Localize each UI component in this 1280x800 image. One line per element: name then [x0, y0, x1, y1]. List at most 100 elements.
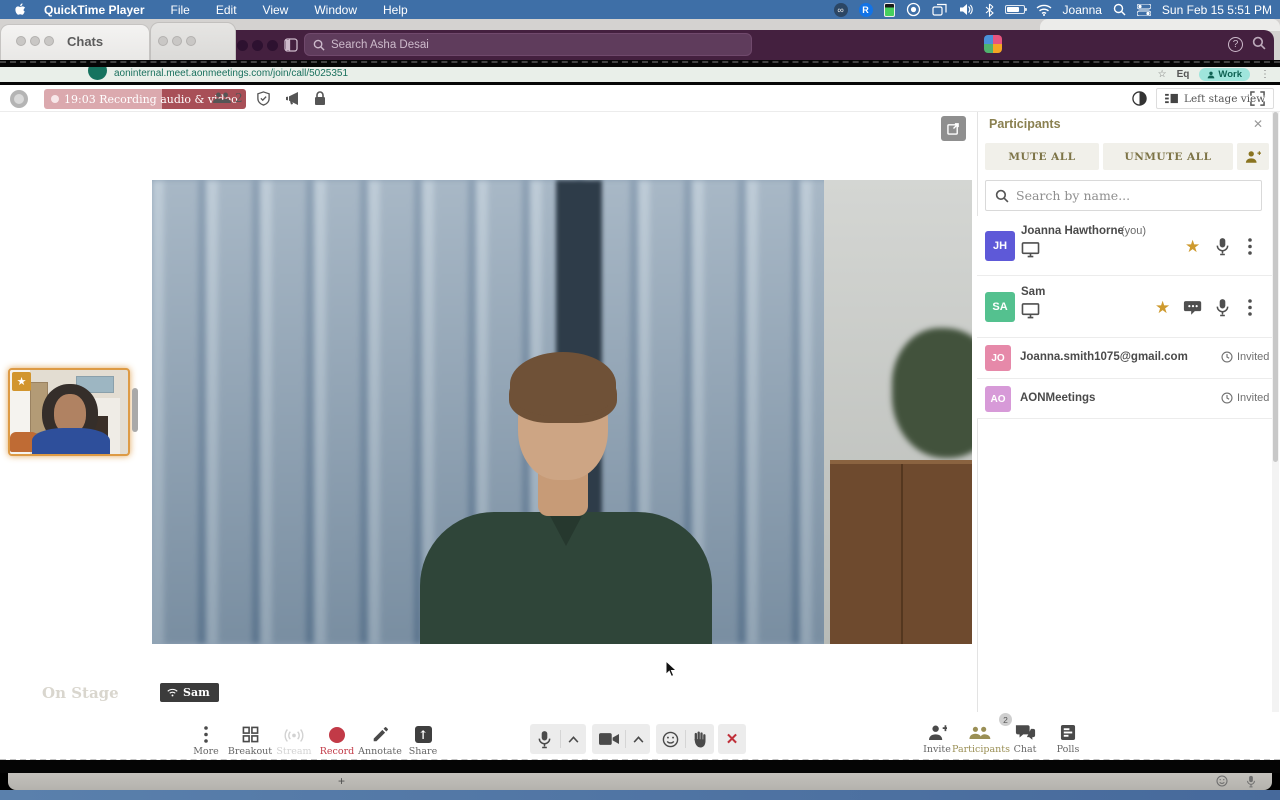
avatar-sa: SA: [985, 292, 1015, 322]
speaker-hair: [510, 352, 616, 416]
apple-menu-icon[interactable]: [14, 3, 26, 17]
menu-help[interactable]: Help: [383, 3, 408, 17]
menubar-username[interactable]: Joanna: [1063, 3, 1102, 17]
window2-close-button[interactable]: [158, 36, 168, 46]
site-favicon: [88, 67, 107, 80]
r-app-icon[interactable]: R: [859, 0, 873, 19]
chats-minimize-button[interactable]: [30, 36, 40, 46]
emoji-reaction-button[interactable]: [662, 731, 679, 748]
speaker-torso: [420, 512, 712, 644]
message-input-bar-sliver: +: [8, 773, 1272, 790]
creative-cloud-icon[interactable]: ∞: [834, 0, 848, 19]
active-speaker-label: Sam: [160, 683, 219, 702]
device-status-icon[interactable]: [884, 0, 895, 19]
chat-bubble-icon[interactable]: [1183, 299, 1203, 316]
participant-search-field[interactable]: [985, 180, 1262, 211]
chats-zoom-button[interactable]: [44, 36, 54, 46]
invite-person-add-icon: [928, 724, 947, 741]
menubar-app-name[interactable]: QuickTime Player: [44, 3, 145, 17]
add-participant-button[interactable]: [1237, 143, 1269, 170]
emoji-icon[interactable]: [1216, 775, 1228, 787]
slack-minimize-button[interactable]: [252, 40, 263, 51]
recording-label: 19:03 Recording audio & video: [64, 93, 238, 106]
unmute-all-button[interactable]: UNMUTE ALL: [1103, 143, 1233, 170]
chats-close-button[interactable]: [16, 36, 26, 46]
leave-call-button[interactable]: ✕: [718, 724, 746, 754]
reactions-group: [656, 724, 714, 754]
slack-search-input[interactable]: [331, 39, 691, 51]
bookmark-star-icon[interactable]: ☆: [1158, 69, 1167, 80]
camera-toggle-button[interactable]: [599, 732, 619, 746]
panel-close-icon[interactable]: ✕: [1253, 117, 1263, 131]
slack-help-icon[interactable]: ?: [1228, 37, 1243, 52]
menu-file[interactable]: File: [171, 3, 190, 17]
share-button[interactable]: ↑ Share: [395, 723, 451, 757]
screen-record-icon[interactable]: [906, 0, 921, 19]
invited-status: Invited: [1221, 392, 1269, 404]
more-kebab-icon: [204, 726, 208, 743]
menu-window[interactable]: Window: [314, 3, 357, 17]
shield-check-icon[interactable]: [256, 91, 271, 106]
invited-email: Joanna.smith1075@gmail.com: [1020, 351, 1188, 363]
participant-name: Joanna Hawthorne: [1021, 225, 1124, 237]
slack-sidebar-toggle-icon[interactable]: [284, 38, 298, 52]
search-icon: [995, 189, 1009, 203]
browser-profile-chip[interactable]: Work: [1199, 68, 1250, 81]
polls-button[interactable]: Polls: [1040, 721, 1096, 755]
participants-count-icon[interactable]: [213, 91, 231, 105]
megaphone-icon[interactable]: [284, 91, 300, 106]
person-add-icon: [1245, 150, 1261, 164]
participant-search-input[interactable]: [1016, 188, 1236, 203]
menu-view[interactable]: View: [263, 3, 289, 17]
row-overflow-icon[interactable]: [1248, 238, 1252, 255]
pencil-icon: [372, 726, 389, 743]
slack-search-glass-icon[interactable]: [1252, 36, 1266, 50]
slack-zoom-button[interactable]: [267, 40, 278, 51]
browser-overflow-icon[interactable]: ⋮: [1260, 69, 1270, 80]
volume-icon[interactable]: [959, 0, 974, 19]
dictation-mic-icon[interactable]: [1246, 775, 1256, 788]
row-overflow-icon[interactable]: [1248, 299, 1252, 316]
battery-icon: [1005, 0, 1025, 19]
mic-options-chevron[interactable]: [568, 736, 579, 743]
menu-edit[interactable]: Edit: [216, 3, 237, 17]
invited-status: Invited: [1221, 351, 1269, 363]
url-text[interactable]: aoninternal.meet.aonmeetings.com/join/ca…: [114, 68, 348, 79]
participants-people-icon: [969, 725, 991, 741]
fullscreen-icon[interactable]: [1250, 91, 1265, 106]
slack-search-bar[interactable]: [304, 33, 752, 56]
displays-icon[interactable]: [932, 0, 948, 19]
moderator-star-icon[interactable]: ★: [1185, 238, 1200, 255]
popout-stage-button[interactable]: [941, 116, 966, 141]
panel-scrollbar-thumb[interactable]: [1273, 112, 1278, 462]
mic-icon[interactable]: [1215, 298, 1230, 317]
slack-close-button[interactable]: [237, 40, 248, 51]
share-icon: ↑: [415, 726, 432, 743]
control-center-icon[interactable]: [1137, 0, 1151, 19]
window2-zoom-button[interactable]: [186, 36, 196, 46]
polls-icon: [1060, 724, 1076, 741]
wifi-icon[interactable]: [1036, 0, 1052, 19]
desktop-wallpaper-strip: [0, 790, 1280, 800]
filmstrip-scrollbar-thumb[interactable]: [132, 388, 138, 432]
window2-minimize-button[interactable]: [172, 36, 182, 46]
slack-profile-avatar[interactable]: [984, 35, 1002, 53]
screen-icon: [1021, 302, 1040, 319]
lock-icon[interactable]: [313, 90, 327, 106]
attach-plus-icon[interactable]: +: [338, 774, 345, 788]
profile-person-icon: [1207, 71, 1215, 79]
avatar-jh: JH: [985, 231, 1015, 261]
spotlight-search-icon[interactable]: [1113, 0, 1126, 19]
camera-options-chevron[interactable]: [633, 736, 644, 743]
bluetooth-icon[interactable]: [985, 0, 994, 19]
breakout-grid-icon: [242, 726, 259, 743]
menubar-clock[interactable]: Sun Feb 15 5:51 PM: [1162, 3, 1272, 17]
extension-icon[interactable]: Eq: [1177, 69, 1190, 80]
moderator-star-icon[interactable]: ★: [1155, 299, 1170, 316]
main-stage-video: [152, 180, 972, 644]
raise-hand-button[interactable]: [692, 731, 708, 748]
mic-icon[interactable]: [1215, 237, 1230, 256]
mic-toggle-button[interactable]: [537, 730, 552, 749]
mute-all-button[interactable]: MUTE ALL: [985, 143, 1099, 170]
contrast-toggle-icon[interactable]: [1132, 91, 1147, 106]
